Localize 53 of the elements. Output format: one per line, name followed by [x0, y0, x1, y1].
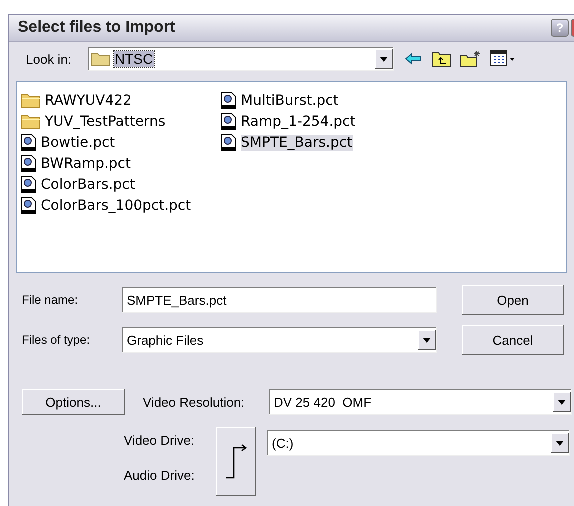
- link-bracket-icon: [224, 444, 248, 480]
- image-file-icon: [221, 134, 237, 152]
- look-in-dropdown[interactable]: NTSC: [88, 47, 394, 71]
- cancel-button[interactable]: Cancel: [462, 325, 564, 355]
- file-item[interactable]: Bowtie.pct: [21, 132, 118, 153]
- file-name: RAWYUV422: [45, 92, 132, 108]
- file-item[interactable]: BWRamp.pct: [21, 153, 133, 174]
- image-file-icon: [221, 92, 237, 110]
- video-drive-dropdown[interactable]: (C:): [267, 430, 570, 456]
- video-resolution-value: DV 25 420 OMF: [273, 394, 373, 410]
- image-file-icon: [21, 176, 37, 194]
- look-in-label: Look in:: [26, 52, 73, 66]
- folder-icon: [21, 114, 41, 130]
- open-button[interactable]: Open: [462, 285, 564, 315]
- file-item[interactable]: YUV_TestPatterns: [21, 111, 168, 132]
- file-name: YUV_TestPatterns: [45, 114, 166, 130]
- file-item[interactable]: ColorBars_100pct.pct: [21, 195, 194, 216]
- file-item[interactable]: ColorBars.pct: [21, 174, 138, 195]
- image-file-icon: [221, 112, 237, 130]
- audio-drive-label: Audio Drive:: [124, 468, 196, 483]
- file-name: ColorBars_100pct.pct: [41, 198, 192, 214]
- file-name: BWRamp.pct: [41, 156, 131, 172]
- image-file-icon: [21, 134, 37, 152]
- video-drive-value: (C:): [271, 436, 295, 450]
- file-name: SMPTE_Bars.pct: [241, 134, 353, 150]
- file-type-label: Files of type:: [22, 333, 92, 347]
- image-file-icon: [21, 196, 37, 214]
- file-name: MultiBurst.pct: [241, 92, 339, 108]
- file-name: Bowtie.pct: [41, 134, 116, 150]
- up-folder-icon[interactable]: [432, 50, 452, 68]
- video-drive-label: Video Drive:: [124, 433, 196, 448]
- window-title: Select files to Import: [18, 19, 176, 37]
- video-resolution-dropdown[interactable]: DV 25 420 OMF: [269, 389, 572, 415]
- file-name: ColorBars.pct: [41, 176, 136, 192]
- file-name: Ramp_1-254.pct: [241, 114, 356, 130]
- new-folder-icon[interactable]: [460, 50, 482, 68]
- folder-icon: [21, 92, 41, 108]
- view-menu-icon[interactable]: [490, 50, 516, 68]
- back-arrow-icon[interactable]: [404, 51, 424, 67]
- file-item[interactable]: RAWYUV422: [21, 90, 134, 111]
- look-in-value: NTSC: [114, 51, 154, 67]
- file-item[interactable]: Ramp_1-254.pct: [221, 111, 358, 132]
- file-name-field[interactable]: SMPTE_Bars.pct: [122, 287, 437, 313]
- image-file-icon: [21, 154, 37, 172]
- file-type-value: Graphic Files: [126, 332, 205, 348]
- options-button[interactable]: Options...: [22, 389, 125, 415]
- drive-link-button[interactable]: [216, 427, 256, 496]
- file-item[interactable]: MultiBurst.pct: [221, 90, 341, 111]
- file-item[interactable]: SMPTE_Bars.pct: [221, 132, 355, 153]
- folder-icon: [91, 51, 111, 67]
- video-resolution-label: Video Resolution:: [143, 394, 246, 410]
- file-type-dropdown[interactable]: Graphic Files: [122, 327, 437, 353]
- file-name-label: File name:: [22, 293, 80, 307]
